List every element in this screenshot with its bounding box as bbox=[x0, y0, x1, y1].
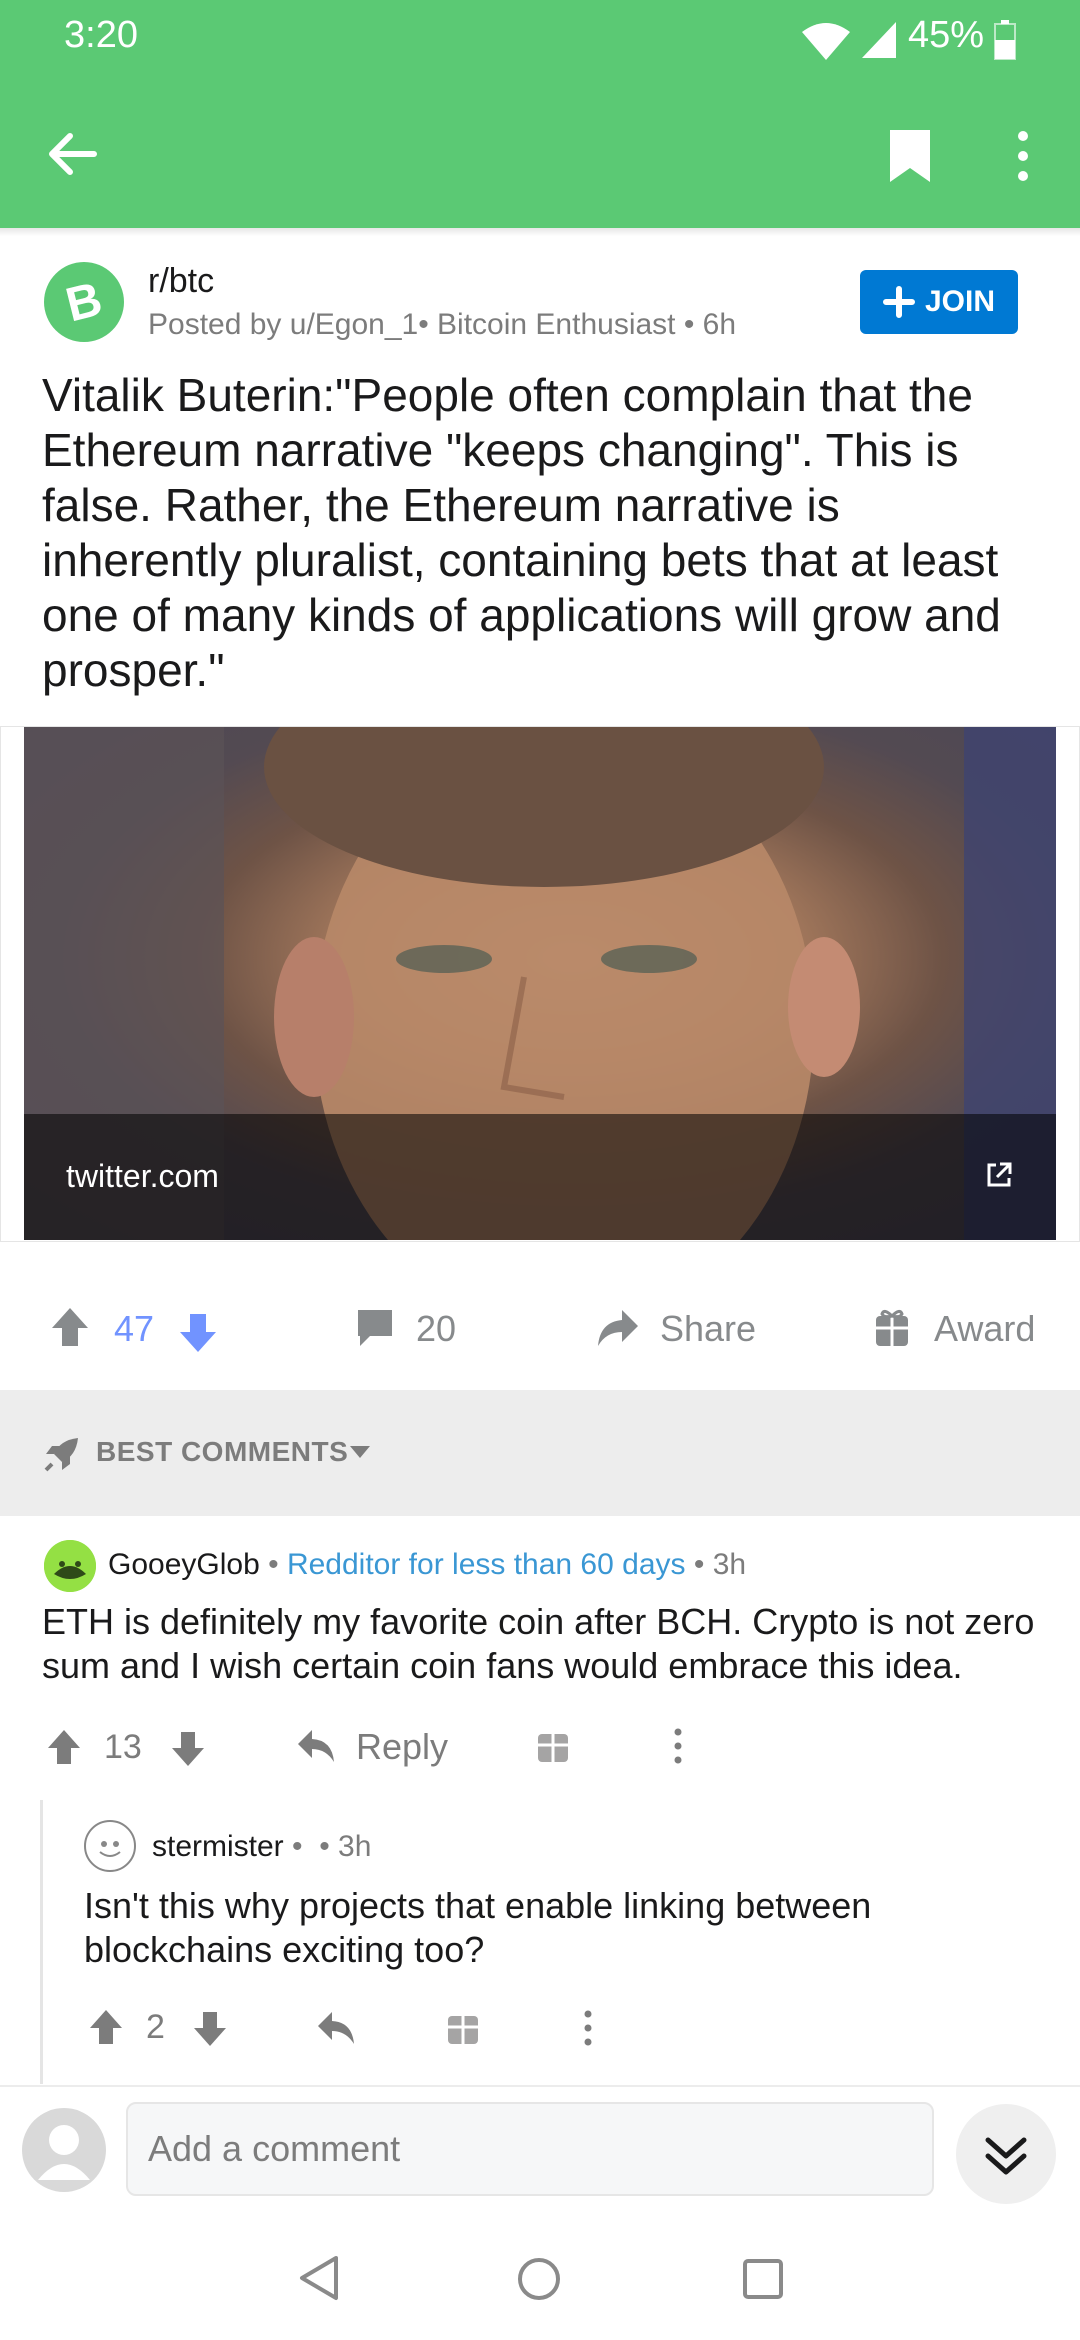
next-comment-button[interactable] bbox=[956, 2104, 1056, 2204]
downvote-icon[interactable] bbox=[192, 2010, 228, 2048]
comment-username[interactable]: stermister bbox=[152, 1830, 284, 1863]
upvote-icon[interactable] bbox=[46, 1728, 82, 1766]
post-byline: Posted by u/Egon_1• Bitcoin Enthusiast •… bbox=[148, 308, 737, 341]
reply-icon[interactable] bbox=[316, 2010, 356, 2046]
snoo-avatar-icon bbox=[99, 1841, 121, 1857]
system-nav-bar bbox=[0, 2220, 1080, 2340]
status-bar: 3:20 45% bbox=[0, 0, 1080, 80]
join-button[interactable]: JOIN bbox=[860, 270, 1018, 334]
comment-icon[interactable] bbox=[354, 1308, 396, 1348]
thread-line[interactable] bbox=[40, 1800, 43, 2084]
more-vert-icon[interactable] bbox=[670, 1728, 686, 1764]
battery-percent: 45% bbox=[908, 14, 985, 56]
link-domain[interactable]: twitter.com bbox=[66, 1158, 219, 1195]
award-icon[interactable] bbox=[536, 1728, 570, 1764]
comment-flair: Redditor for less than 60 days bbox=[286, 1548, 686, 1581]
double-chevron-down-icon bbox=[985, 2137, 1027, 2175]
reply-button[interactable]: Reply bbox=[356, 1726, 448, 1768]
nav-recents-icon[interactable] bbox=[742, 2258, 784, 2300]
reply-icon[interactable] bbox=[296, 1728, 336, 1764]
snoo-avatar-icon bbox=[44, 1540, 96, 1592]
nav-back-icon[interactable] bbox=[298, 2254, 340, 2302]
cellular-signal-icon bbox=[862, 22, 896, 58]
user-avatar-icon bbox=[38, 2125, 90, 2180]
comment-header: GooeyGlob • Redditor for less than 60 da… bbox=[108, 1548, 747, 1581]
post-title: Vitalik Buterin:"People often complain t… bbox=[42, 369, 1001, 696]
svg-text:B: B bbox=[61, 273, 107, 333]
bitcoin-cash-icon: B bbox=[61, 273, 107, 333]
back-arrow-icon[interactable] bbox=[44, 126, 100, 182]
post-vote-count: 47 bbox=[114, 1308, 155, 1349]
composer-divider bbox=[0, 2085, 1080, 2087]
downvote-icon[interactable] bbox=[170, 1730, 206, 1768]
nav-home-icon[interactable] bbox=[516, 2256, 562, 2302]
share-button[interactable]: Share bbox=[660, 1308, 756, 1350]
comment-count[interactable]: 20 bbox=[416, 1308, 456, 1350]
more-vert-icon[interactable] bbox=[580, 2010, 596, 2046]
comment-body: ETH is definitely my favorite coin after… bbox=[42, 1601, 1035, 1686]
share-icon[interactable] bbox=[596, 1308, 640, 1348]
user-avatar[interactable] bbox=[22, 2108, 106, 2192]
subreddit-icon[interactable]: B bbox=[44, 262, 124, 342]
comment-header: stermister • • 3h bbox=[152, 1830, 372, 1863]
upvote-icon[interactable] bbox=[50, 1306, 90, 1348]
comment-age: 3h bbox=[338, 1830, 372, 1863]
bookmark-icon[interactable] bbox=[886, 128, 934, 184]
rocket-icon bbox=[44, 1438, 78, 1472]
comment-avatar[interactable] bbox=[84, 1820, 136, 1872]
comment-sort-label[interactable]: BEST COMMENTS bbox=[96, 1436, 348, 1468]
status-time: 3:20 bbox=[64, 14, 138, 56]
comment-username[interactable]: GooeyGlob bbox=[108, 1548, 260, 1581]
app-bar bbox=[0, 80, 1080, 228]
downvote-icon[interactable] bbox=[178, 1312, 218, 1354]
award-icon[interactable] bbox=[446, 2010, 480, 2046]
award-icon[interactable] bbox=[874, 1308, 910, 1348]
add-comment-input[interactable] bbox=[126, 2102, 934, 2196]
external-link-icon[interactable] bbox=[984, 1160, 1014, 1190]
battery-icon bbox=[994, 20, 1016, 60]
more-vert-icon[interactable] bbox=[1010, 128, 1036, 184]
join-label: JOIN bbox=[924, 285, 996, 318]
comment-vote-count: 13 bbox=[104, 1728, 142, 1766]
plus-icon bbox=[882, 286, 915, 318]
comment-age: 3h bbox=[712, 1548, 747, 1581]
comment-body: Isn't this why projects that enable link… bbox=[84, 1885, 872, 1970]
subreddit-name[interactable]: r/btc bbox=[148, 262, 214, 301]
award-button[interactable]: Award bbox=[934, 1308, 1035, 1350]
app-bar-shadow bbox=[0, 228, 1080, 236]
comment-avatar[interactable] bbox=[44, 1540, 96, 1592]
wifi-icon bbox=[802, 23, 850, 60]
comment-vote-count: 2 bbox=[146, 2008, 165, 2046]
chevron-down-icon[interactable] bbox=[348, 1444, 372, 1460]
upvote-icon[interactable] bbox=[88, 2008, 124, 2046]
